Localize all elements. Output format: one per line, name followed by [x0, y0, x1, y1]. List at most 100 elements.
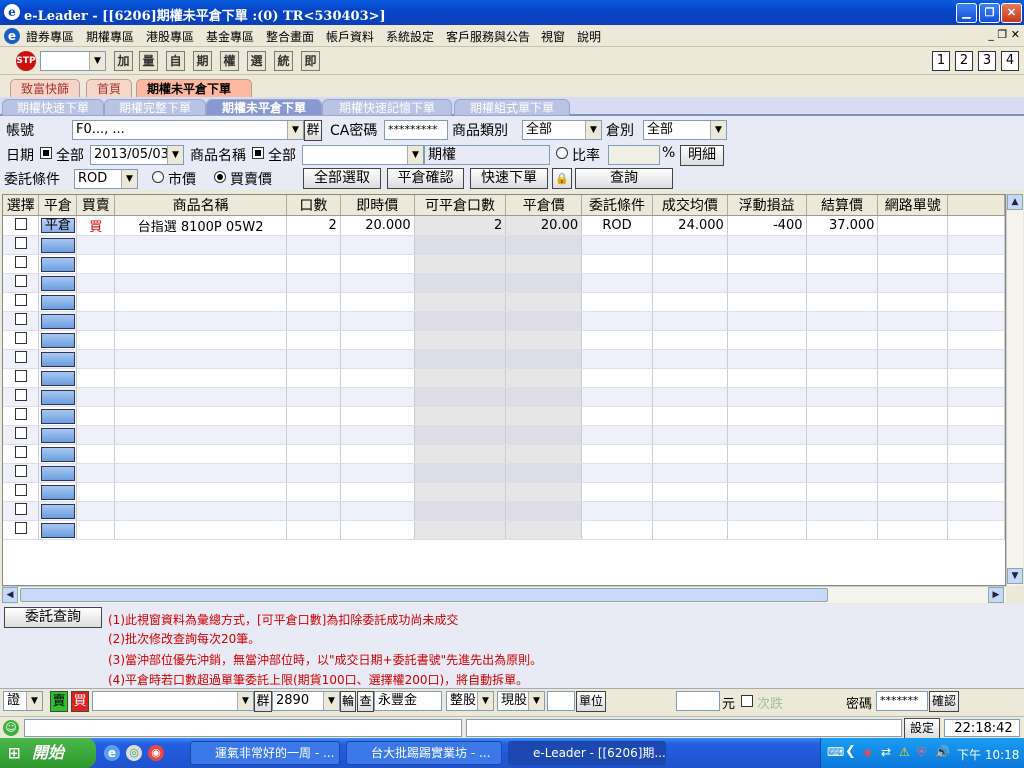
volume-icon[interactable]: 🔊	[935, 745, 950, 759]
menu-integrated[interactable]: 整合畫面	[266, 28, 314, 45]
close-position-button[interactable]	[40, 237, 75, 253]
row-checkbox[interactable]	[14, 294, 27, 306]
menu-hk-stocks[interactable]: 港股專區	[146, 28, 194, 45]
order-password-input[interactable]: *******	[876, 691, 928, 711]
toolbar-btn-add[interactable]: 加	[114, 51, 133, 71]
bid-ask-radio[interactable]	[214, 171, 226, 187]
toolbar-combo[interactable]: ▼	[40, 51, 106, 71]
close-position-button[interactable]: 平倉	[40, 218, 75, 233]
cell-select[interactable]	[3, 254, 40, 274]
table-row[interactable]	[3, 330, 1005, 350]
settings-button[interactable]: 設定	[904, 718, 940, 739]
cell-select[interactable]	[3, 292, 40, 312]
product-type-field[interactable]: 期權	[424, 145, 550, 165]
market-price-radio[interactable]	[152, 171, 164, 187]
cell-select[interactable]	[3, 273, 40, 293]
column-header[interactable]: 平倉價	[505, 195, 583, 216]
close-position-button[interactable]	[40, 275, 75, 291]
cell-close-btn[interactable]	[38, 463, 78, 483]
task-ptt[interactable]: 台大批踢踢實業坊 - ...	[346, 741, 502, 765]
table-row[interactable]	[3, 444, 1005, 464]
cell-close-btn[interactable]	[38, 273, 78, 293]
menu-funds[interactable]: 基金專區	[206, 28, 254, 45]
warning-icon[interactable]: ⚠	[899, 745, 910, 759]
scroll-thumb[interactable]	[20, 588, 828, 602]
horizontal-scrollbar[interactable]: ◀ ▶	[2, 586, 1006, 603]
order-account-select[interactable]: ▼	[92, 691, 254, 711]
close-button[interactable]: ✕	[1001, 3, 1022, 23]
row-checkbox[interactable]	[14, 332, 27, 344]
menu-futures-options[interactable]: 期權專區	[86, 28, 134, 45]
table-row[interactable]	[3, 368, 1005, 388]
date-input[interactable]: 2013/05/03 ▼	[90, 145, 184, 165]
minimize-button[interactable]: ▁	[956, 3, 977, 23]
quantity-input[interactable]	[547, 691, 575, 711]
close-position-button[interactable]	[40, 256, 75, 272]
row-checkbox[interactable]	[14, 217, 27, 230]
cell-close-btn[interactable]	[38, 368, 78, 388]
group-button[interactable]: 群	[304, 120, 322, 141]
row-checkbox[interactable]	[14, 256, 27, 268]
column-header[interactable]: 商品名稱	[114, 195, 288, 216]
cell-select[interactable]	[3, 406, 40, 426]
toolbar-btn-custom[interactable]: 自	[166, 51, 185, 71]
tab-wealth-screener[interactable]: 致富快篩	[10, 79, 81, 97]
cell-select[interactable]	[3, 463, 40, 483]
wheel-button[interactable]: 輪	[340, 691, 356, 712]
table-row[interactable]	[3, 425, 1005, 445]
tab-quick-memory-order[interactable]: 期權快速記憶下單	[322, 99, 452, 116]
restore-button[interactable]: ❐	[979, 3, 1000, 23]
network-icon[interactable]: ⇄	[881, 745, 891, 759]
row-checkbox[interactable]	[14, 446, 27, 458]
ie-quicklaunch-icon[interactable]: e	[104, 745, 120, 761]
tab-home[interactable]: 首頁	[86, 79, 133, 97]
table-row[interactable]	[3, 501, 1005, 521]
chevron-left-icon[interactable]: ❮	[845, 744, 856, 759]
table-row[interactable]	[3, 235, 1005, 255]
toolbar-btn-warrant[interactable]: 權	[220, 51, 239, 71]
close-position-button[interactable]	[40, 294, 75, 310]
menu-account[interactable]: 帳戶資料	[326, 28, 374, 45]
start-button[interactable]: ⊞ 開始	[0, 738, 96, 768]
detail-button[interactable]: 明細	[680, 145, 724, 166]
tab-open-position-order[interactable]: 期權未平倉下單	[136, 79, 252, 97]
cell-close-btn[interactable]	[38, 349, 78, 369]
row-checkbox[interactable]	[14, 351, 27, 363]
warehouse-select[interactable]: 全部 ▼	[643, 120, 727, 140]
close-position-button[interactable]	[40, 427, 75, 443]
cell-close-btn[interactable]	[38, 444, 78, 464]
keyboard-icon[interactable]: ⌨	[827, 745, 844, 759]
cell-select[interactable]	[3, 311, 40, 331]
column-header[interactable]: 口數	[286, 195, 341, 216]
table-row[interactable]	[3, 273, 1005, 293]
column-header[interactable]: 成交均價	[652, 195, 728, 216]
cell-close-btn[interactable]	[38, 425, 78, 445]
cell-close-btn[interactable]	[38, 520, 78, 540]
cell-close-btn[interactable]	[38, 501, 78, 521]
lock-icon[interactable]: 🔒	[552, 168, 572, 189]
app-menu-icon[interactable]: e	[4, 28, 20, 44]
cell-select[interactable]	[3, 349, 40, 369]
lookup-button[interactable]: 查	[357, 691, 374, 712]
ratio-radio[interactable]	[556, 147, 568, 163]
cell-close-btn[interactable]	[38, 254, 78, 274]
column-header[interactable]: 浮動損益	[727, 195, 807, 216]
close-position-button[interactable]	[40, 465, 75, 481]
product-select[interactable]: ▼	[302, 145, 424, 165]
cell-select[interactable]	[3, 482, 40, 502]
close-position-button[interactable]	[40, 370, 75, 386]
close-position-button[interactable]	[40, 484, 75, 500]
vertical-scrollbar[interactable]: ▲ ▼	[1006, 194, 1023, 586]
cell-close-btn[interactable]	[38, 311, 78, 331]
cell-select[interactable]	[3, 425, 40, 445]
cell-select[interactable]	[3, 215, 40, 236]
row-checkbox[interactable]	[14, 427, 27, 439]
price-input[interactable]	[676, 691, 720, 711]
date-all-checkbox[interactable]	[40, 147, 52, 163]
close-position-button[interactable]	[40, 446, 75, 462]
close-position-button[interactable]	[40, 503, 75, 519]
column-header[interactable]: 結算價	[806, 195, 879, 216]
column-header[interactable]: 委託條件	[581, 195, 653, 216]
quicklaunch-icon-2[interactable]: ◎	[126, 745, 142, 761]
table-row[interactable]	[3, 349, 1005, 369]
